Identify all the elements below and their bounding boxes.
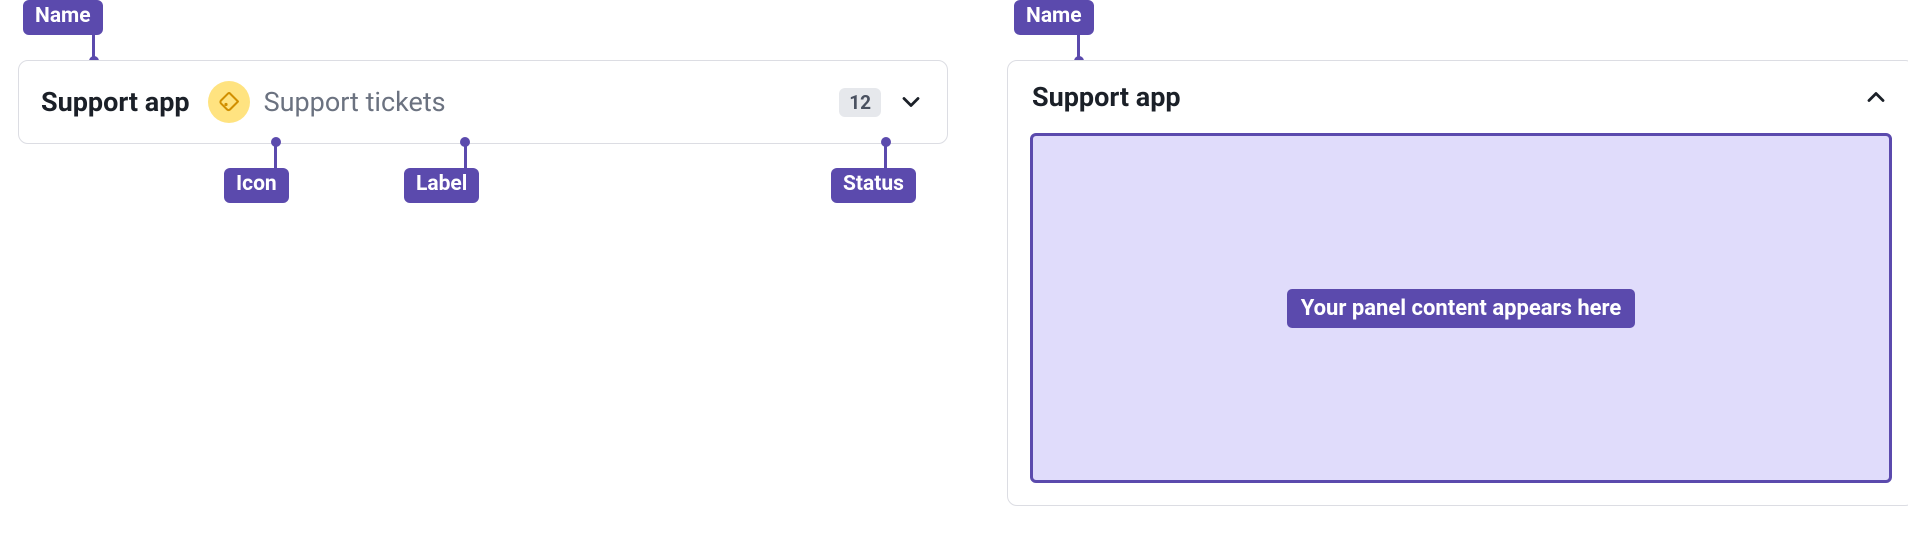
expanded-panel-header[interactable]: Support app <box>1008 61 1908 133</box>
chevron-down-icon[interactable] <box>897 88 925 116</box>
panel-label: Support tickets <box>264 86 840 118</box>
annotation-badge-status: Status <box>831 168 916 203</box>
chevron-up-icon[interactable] <box>1862 83 1890 111</box>
annotation-name-left: Name <box>23 0 103 62</box>
annotation-badge-name: Name <box>23 0 103 35</box>
connector <box>92 35 95 62</box>
connector <box>884 141 887 168</box>
tag-icon <box>208 81 250 123</box>
annotation-badge-name: Name <box>1014 0 1094 35</box>
connector <box>464 141 467 168</box>
expanded-panel-body: Your panel content appears here <box>1008 133 1908 505</box>
collapsed-panel[interactable]: Support app Support tickets 12 <box>18 60 948 144</box>
panel-content-area: Your panel content appears here <box>1030 133 1892 483</box>
annotation-badge-label: Label <box>404 168 479 203</box>
expanded-panel: Support app Your panel content appears h… <box>1007 60 1908 506</box>
annotation-name-right: Name <box>1014 0 1094 62</box>
panel-name: Support app <box>1032 81 1862 113</box>
panel-name: Support app <box>41 86 190 118</box>
connector <box>1077 35 1080 62</box>
panel-content-placeholder: Your panel content appears here <box>1287 289 1636 328</box>
annotation-badge-icon: Icon <box>224 168 289 203</box>
connector <box>274 141 277 168</box>
status-badge: 12 <box>839 88 881 117</box>
